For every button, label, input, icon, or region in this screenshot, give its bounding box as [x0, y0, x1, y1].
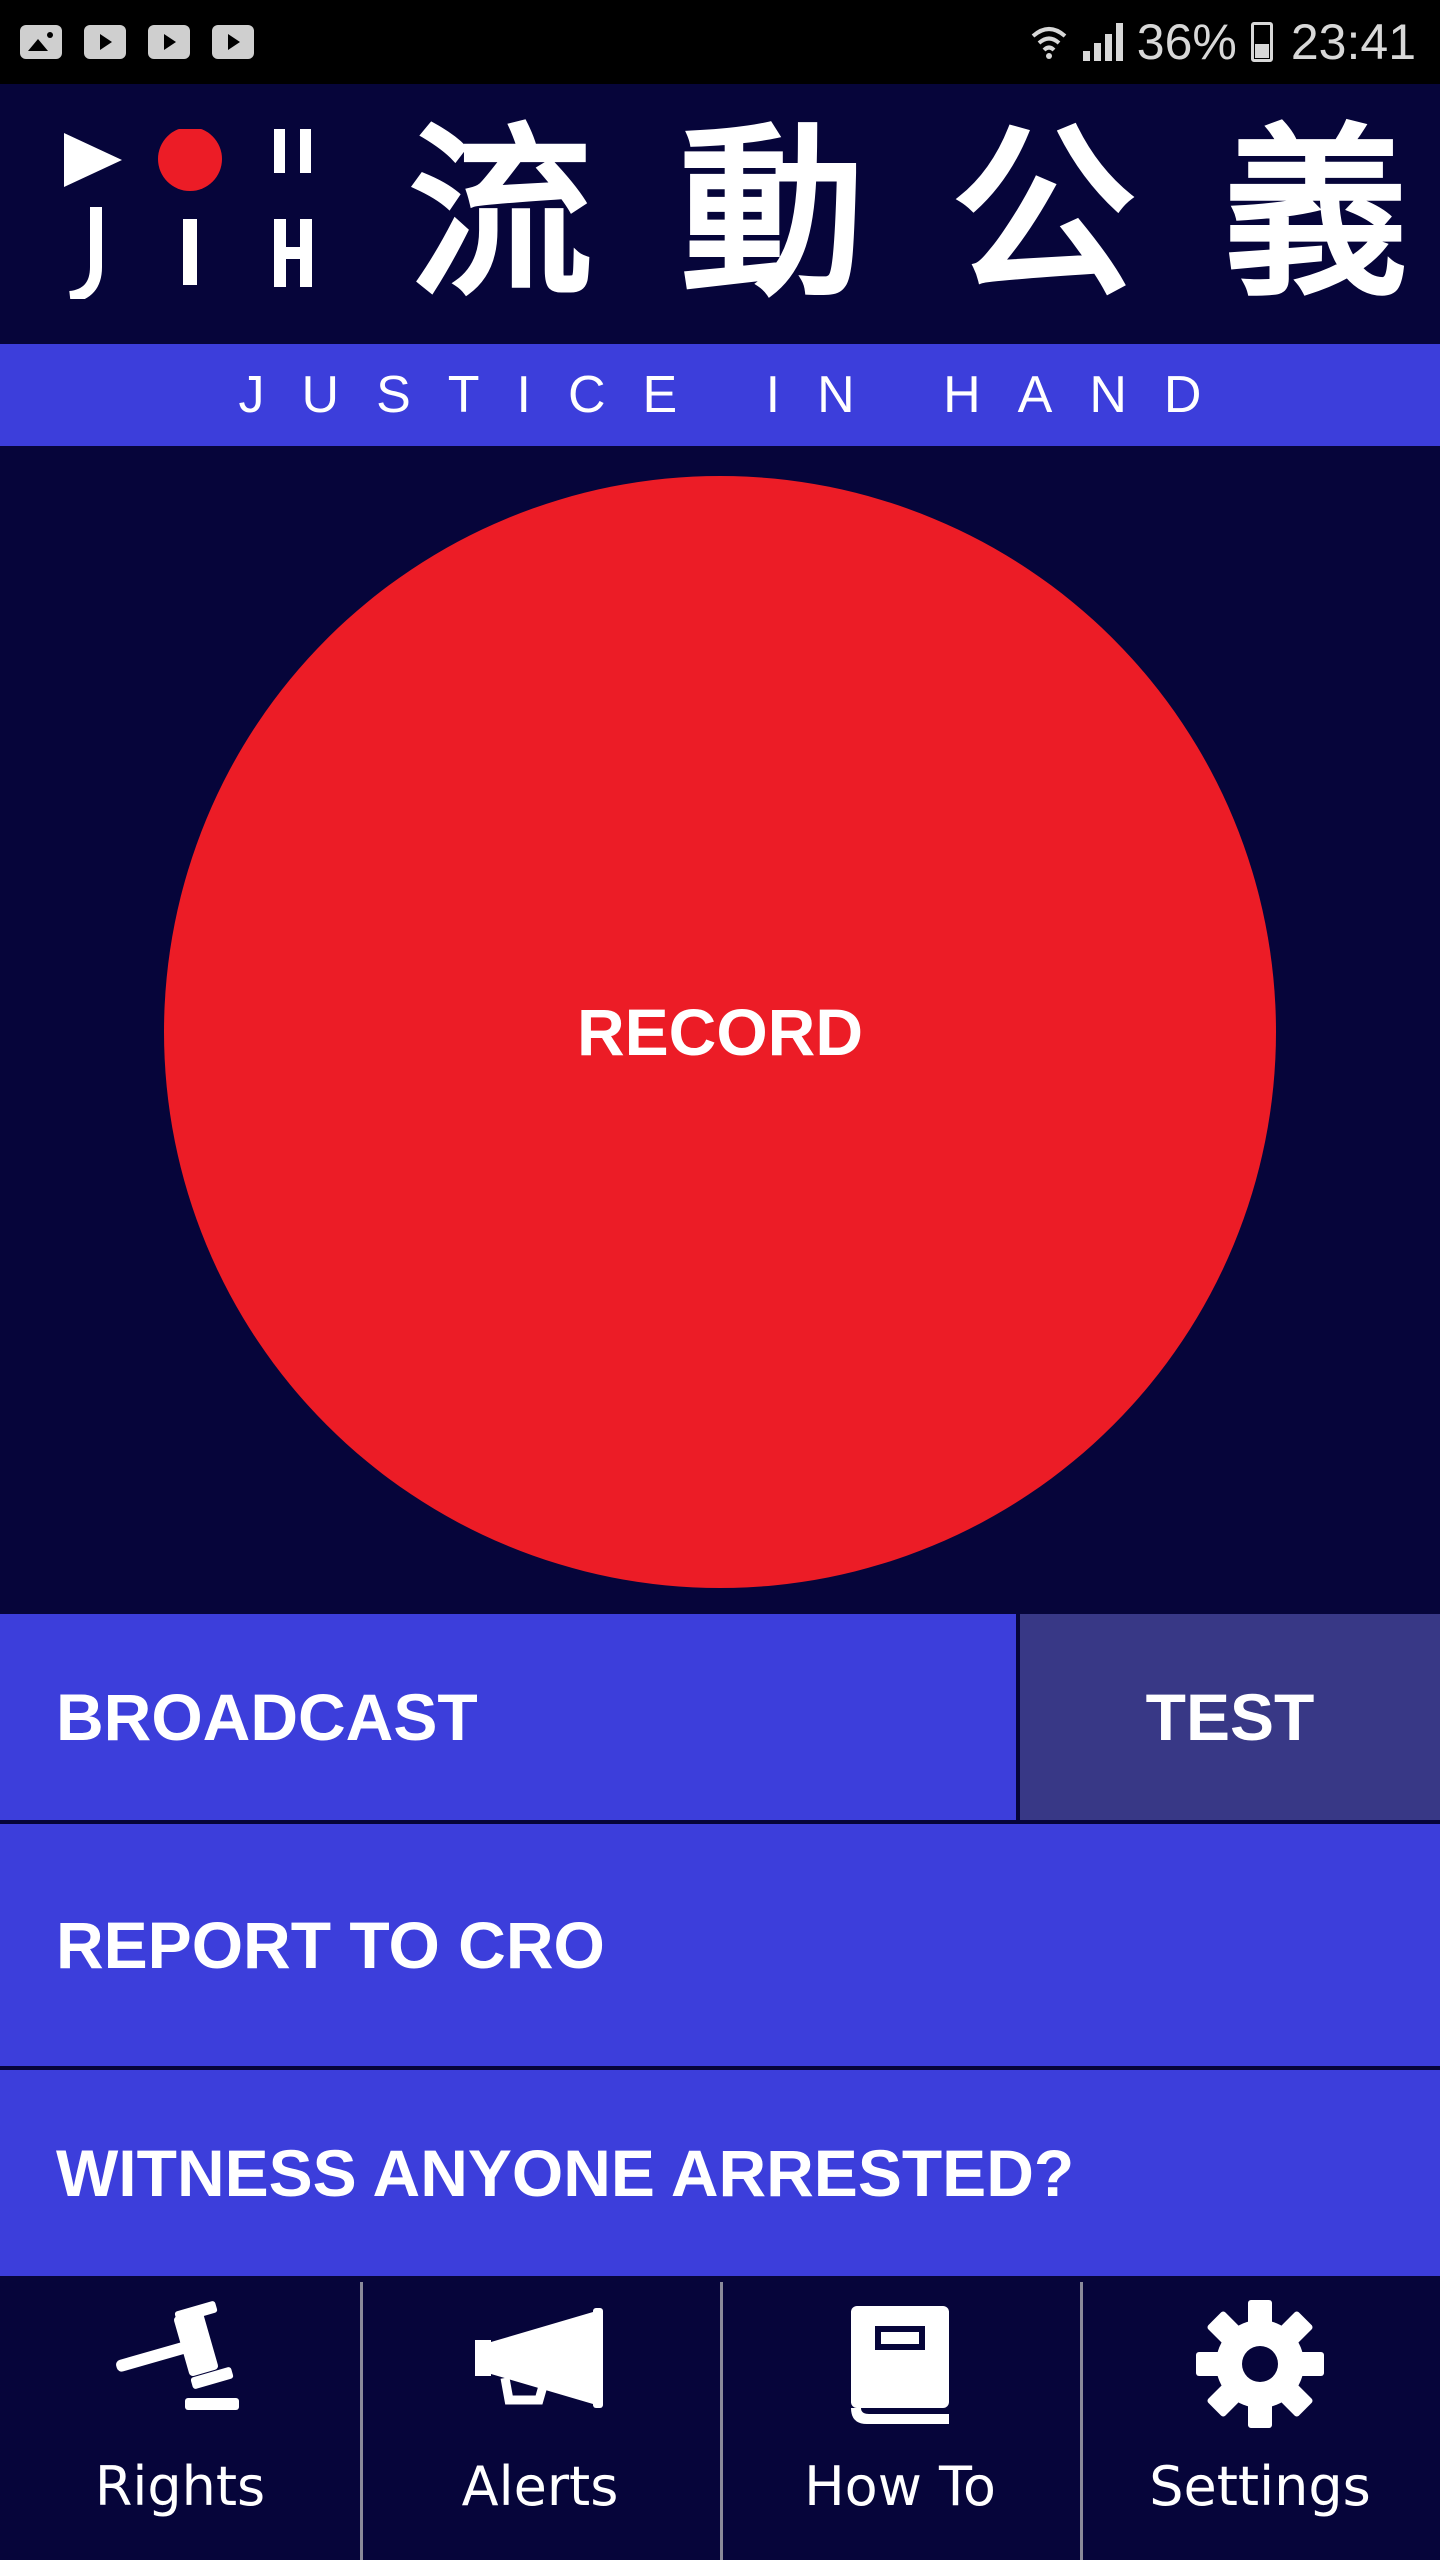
nav-item-how-to[interactable]: How To — [720, 2276, 1080, 2560]
broadcast-label: BROADCAST — [56, 1680, 478, 1754]
tagline-banner: JUSTICE IN HAND — [0, 344, 1440, 446]
youtube-icon — [84, 25, 126, 59]
gear-icon — [1196, 2300, 1324, 2428]
megaphone-icon — [475, 2308, 603, 2408]
clock: 23:41 — [1290, 14, 1416, 70]
title-char: 動 — [679, 105, 865, 322]
jih-logo — [64, 129, 312, 299]
youtube-icon — [148, 25, 190, 59]
report-label: REPORT TO CRO — [56, 1908, 605, 1982]
system-status: 36% 23:41 — [1029, 13, 1416, 71]
witness-label: WITNESS ANYONE ARRESTED? — [56, 2136, 1075, 2210]
app-title: 流 動 公 義 — [408, 114, 1408, 314]
nav-label-alerts: Alerts — [461, 2455, 619, 2518]
nav-item-settings[interactable]: Settings — [1080, 2276, 1440, 2560]
gavel-icon — [116, 2301, 239, 2410]
app-header: 流 動 公 義 — [0, 84, 1440, 344]
signal-icon — [1082, 23, 1123, 61]
nav-label-rights: Rights — [94, 2455, 266, 2518]
book-icon — [851, 2306, 949, 2424]
title-char: 流 — [408, 105, 593, 322]
witness-arrest-button[interactable]: WITNESS ANYONE ARRESTED? — [0, 2070, 1440, 2276]
nav-label-how-to: How To — [804, 2455, 996, 2518]
status-bar: 36% 23:41 — [0, 0, 1440, 84]
nav-item-alerts[interactable]: Alerts — [360, 2276, 720, 2560]
broadcast-button[interactable]: BROADCAST — [0, 1614, 1016, 1820]
wifi-icon — [1031, 27, 1067, 59]
youtube-icon — [212, 25, 254, 59]
bottom-nav: Rights Alerts How To Settings — [0, 2276, 1440, 2560]
notification-icons — [20, 25, 254, 59]
gallery-icon — [20, 25, 62, 59]
title-char: 義 — [1222, 105, 1408, 322]
test-label: TEST — [1145, 1680, 1315, 1754]
nav-label-settings: Settings — [1149, 2455, 1371, 2518]
nav-item-rights[interactable]: Rights — [0, 2276, 360, 2560]
record-button[interactable]: RECORD — [164, 476, 1276, 1588]
battery-icon — [1250, 22, 1273, 62]
report-to-cro-button[interactable]: REPORT TO CRO — [0, 1824, 1440, 2066]
battery-percent: 36% — [1136, 14, 1237, 70]
title-char: 公 — [951, 105, 1137, 322]
test-button[interactable]: TEST — [1020, 1614, 1440, 1820]
app-screen: 36% 23:41 流 動 公 義 JUSTICE IN HAND RECORD — [0, 0, 1440, 2560]
